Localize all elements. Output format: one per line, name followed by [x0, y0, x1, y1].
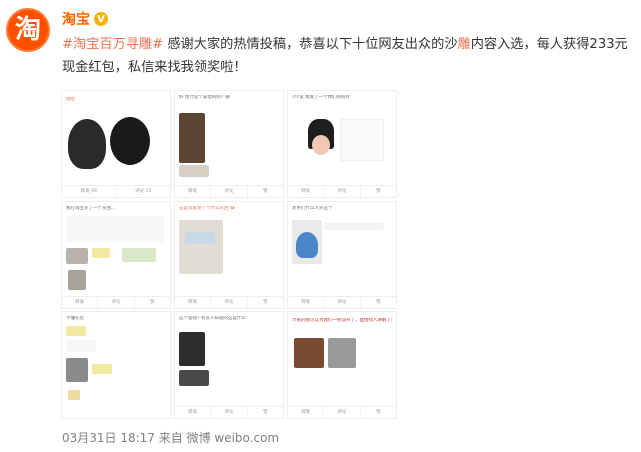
- post-meta[interactable]: 03月31日 18:17 来自 微博 weibo.com: [62, 429, 279, 446]
- chat-bubble: [92, 248, 110, 258]
- grid-action-bar: 转发 评论 赞: [288, 185, 396, 197]
- grid-image-2[interactable]: 好 估计是个靠谱的吧? 😂 转发 评论 赞: [174, 90, 284, 198]
- product-photo: [68, 119, 106, 169]
- comment-label[interactable]: 评论: [323, 407, 359, 418]
- grid-action-bar: 转发 评论 赞: [175, 406, 283, 418]
- grid-action-bar: 转发 评论 赞: [175, 296, 283, 308]
- grid-image-8[interactable]: 这个是啥? 有没人知道的这是什么 转发 评论 赞: [174, 311, 284, 419]
- comment-label[interactable]: 评论: [210, 297, 246, 308]
- product-photo: [294, 338, 324, 368]
- like-label[interactable]: 赞: [359, 186, 396, 197]
- product-photo: [66, 248, 88, 264]
- chat-bubble: [92, 364, 112, 374]
- repost-label[interactable]: 转发: [175, 407, 210, 418]
- repost-label[interactable]: 转发: [288, 297, 323, 308]
- comment-label[interactable]: 评论: [97, 297, 133, 308]
- grid-action-bar: 转发 评论 赞: [175, 185, 283, 197]
- grid-caption: 不懂礼仪: [66, 316, 84, 321]
- product-photo: [179, 220, 223, 274]
- grid-caption: 好 估计是个靠谱的吧? 😂: [179, 95, 231, 100]
- verified-icon: V: [94, 12, 108, 26]
- repost-label[interactable]: 转发 99: [62, 186, 116, 197]
- taobao-logo-icon: 淘: [14, 15, 41, 45]
- chat-text: [66, 340, 96, 352]
- grid-action-bar: 转发 99 评论 35: [62, 185, 170, 197]
- product-photo: [179, 113, 205, 163]
- grid-caption: 哈哈: [66, 97, 75, 102]
- like-label[interactable]: 赞: [359, 297, 396, 308]
- grid-caption: 小Y说 我发了一个你们的照片: [292, 95, 351, 100]
- comment-label[interactable]: 评论: [210, 186, 246, 197]
- like-label[interactable]: 赞: [359, 407, 396, 418]
- comment-label[interactable]: 评论: [323, 297, 359, 308]
- chat-bubble: [340, 119, 384, 161]
- comment-label[interactable]: 评论: [210, 407, 246, 418]
- grid-caption: 这个是啥? 有没人知道的这是什么: [179, 316, 246, 321]
- product-photo: [328, 338, 356, 368]
- repost-label[interactable]: 转发: [175, 297, 210, 308]
- product-photo: [179, 165, 209, 177]
- repost-label[interactable]: 转发: [288, 407, 323, 418]
- chat-bubble: [68, 390, 80, 400]
- post-text-part-a: 感谢大家的热情投稿，恭喜以下十位网友出众的沙: [163, 37, 458, 52]
- comment-label[interactable]: 评论: [323, 186, 359, 197]
- product-photo: [179, 332, 205, 366]
- chat-bubble: [66, 326, 86, 336]
- grid-image-1[interactable]: 哈哈 转发 99 评论 35: [61, 90, 171, 198]
- repost-label[interactable]: 转发: [175, 186, 210, 197]
- avatar[interactable]: 淘: [6, 8, 50, 52]
- grid-image-3[interactable]: 小Y说 我发了一个你们的照片 转发 评论 赞: [287, 90, 397, 198]
- grid-caption: 这是卖家发了个什么东西 😂: [179, 206, 236, 211]
- product-photo: [179, 370, 209, 386]
- comment-label[interactable]: 评论 35: [115, 186, 171, 197]
- grid-image-9[interactable]: 节省的我可以为我们一把双开了，直接找人讲解了! 转发 评论 赞: [287, 311, 397, 419]
- chat-text: [66, 216, 164, 242]
- chat-text: [324, 222, 384, 230]
- grid-image-6[interactable]: 老乡们什么人买这个 转发 评论 赞: [287, 201, 397, 309]
- product-photo: [66, 358, 88, 382]
- topic-link[interactable]: #淘宝百万寻雕#: [62, 37, 163, 52]
- repost-label[interactable]: 转发: [288, 186, 323, 197]
- post-text: #淘宝百万寻雕# 感谢大家的热情投稿，恭喜以下十位网友出众的沙雕内容入选，每人获…: [62, 33, 636, 79]
- author-label[interactable]: 淘宝: [62, 9, 90, 29]
- grid-action-bar: 转发 评论 赞: [288, 406, 396, 418]
- repost-label[interactable]: 转发: [62, 297, 97, 308]
- like-label[interactable]: 赞: [246, 407, 283, 418]
- like-label[interactable]: 赞: [246, 297, 283, 308]
- product-photo: [185, 232, 215, 244]
- grid-caption: 我在淘宝买了一个东西…: [66, 206, 116, 211]
- grid-image-4[interactable]: 我在淘宝买了一个东西… 转发 评论 赞: [61, 201, 171, 309]
- grid-action-bar: 转发 评论 赞: [62, 296, 170, 308]
- grid-image-7[interactable]: 不懂礼仪: [61, 311, 171, 419]
- chat-bubble: [122, 248, 156, 262]
- grid-caption: 老乡们什么人买这个: [292, 206, 333, 211]
- grid-image-5[interactable]: 这是卖家发了个什么东西 😂 转发 评论 赞: [174, 201, 284, 309]
- grid-action-bar: 转发 评论 赞: [288, 296, 396, 308]
- like-label[interactable]: 赞: [133, 297, 170, 308]
- image-grid: 哈哈 转发 99 评论 35 好 估计是个靠谱的吧? 😂 转发 评论 赞 小Y说…: [61, 90, 397, 419]
- product-photo: [312, 135, 330, 155]
- product-photo: [296, 232, 318, 258]
- product-photo: [110, 117, 150, 165]
- post-text-highlight: 雕: [457, 37, 471, 52]
- grid-caption: 节省的我可以为我们一把双开了，直接找人讲解了!: [292, 318, 393, 323]
- product-photo: [68, 270, 86, 290]
- like-label[interactable]: 赞: [246, 186, 283, 197]
- author-name[interactable]: 淘宝 V: [62, 9, 108, 29]
